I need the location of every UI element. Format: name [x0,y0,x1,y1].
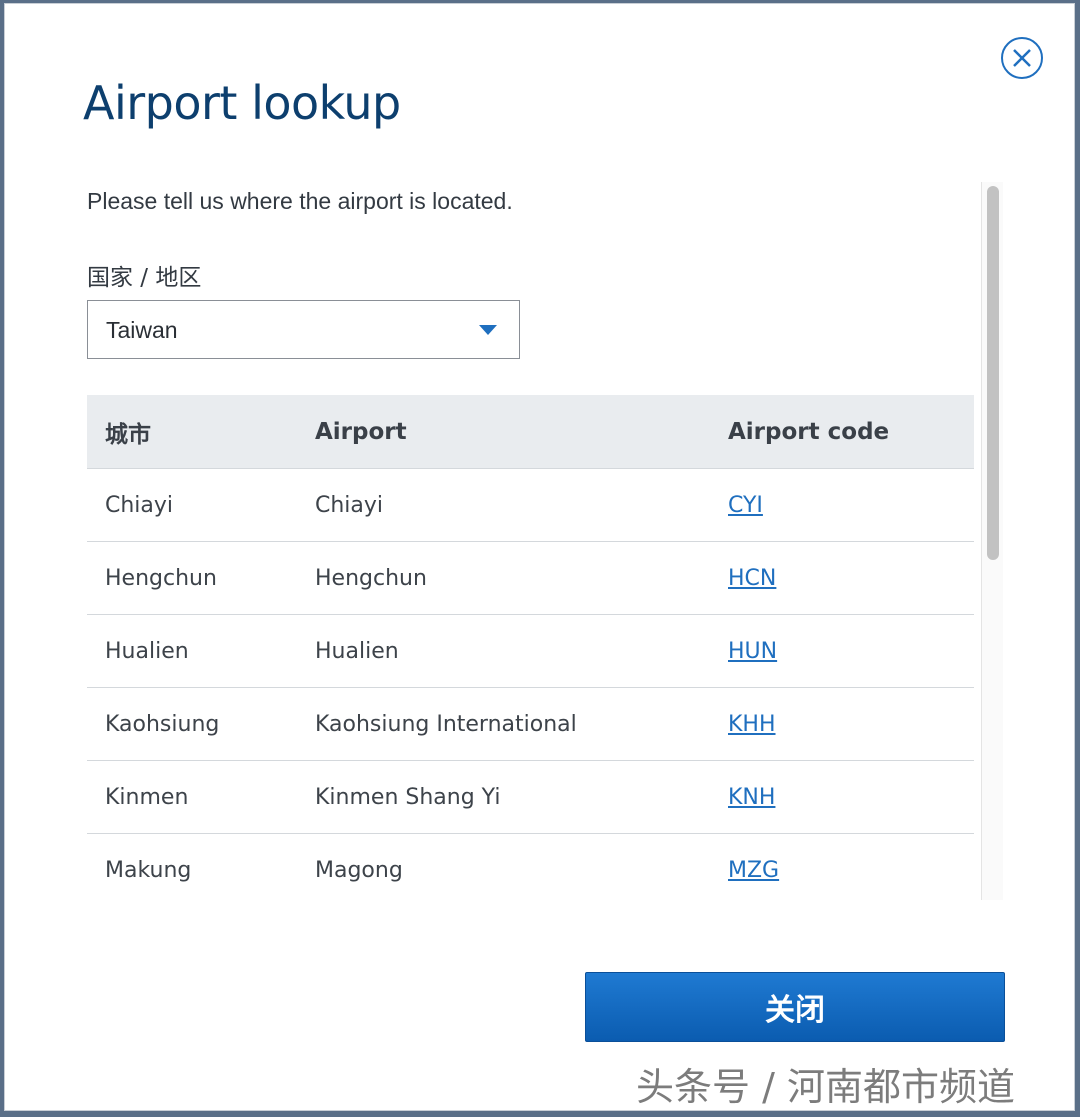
airport-cell: Magong [297,833,710,900]
watermark-text: 头条号 / 河南都市频道 [636,1065,1015,1109]
airport-cell: Kaohsiung International [297,687,710,761]
code-cell: CYI [710,468,974,542]
code-cell: HCN [710,541,974,615]
table-row: Chiayi Chiayi CYI [87,468,974,542]
dialog-scroll-content: Please tell us where the airport is loca… [5,174,1005,900]
city-cell: Kaohsiung [87,687,297,761]
airport-lookup-dialog: Airport lookup Please tell us where the … [4,3,1075,1111]
city-cell: Chiayi [87,468,297,542]
table-row: Hengchun Hengchun HCN [87,541,974,615]
code-cell: KHH [710,687,974,761]
column-header-airport: Airport [297,395,710,469]
column-header-city: 城市 [87,395,297,469]
scrollbar[interactable] [981,182,1003,900]
instructions-text: Please tell us where the airport is loca… [87,188,513,214]
country-select[interactable]: Taiwan [87,300,520,359]
airport-cell: Chiayi [297,468,710,542]
airport-cell: Kinmen Shang Yi [297,760,710,834]
country-region-label: 国家 / 地区 [87,265,202,291]
close-button[interactable]: 关闭 [585,972,1005,1042]
country-select-value: Taiwan [106,317,178,343]
table-row: Kinmen Kinmen Shang Yi KNH [87,760,974,834]
city-cell: Hengchun [87,541,297,615]
code-cell: KNH [710,760,974,834]
code-cell: HUN [710,614,974,688]
airport-cell: Hengchun [297,541,710,615]
airport-code-link[interactable]: CYI [728,493,763,518]
city-cell: Hualien [87,614,297,688]
city-cell: Kinmen [87,760,297,834]
table-row: Makung Magong MZG [87,833,974,900]
chevron-down-icon [479,325,497,335]
airport-code-link[interactable]: MZG [728,858,779,883]
table-row: Hualien Hualien HUN [87,614,974,688]
close-x-glyph [1013,49,1031,67]
city-cell: Makung [87,833,297,900]
airport-code-link[interactable]: HCN [728,566,776,591]
code-cell: MZG [710,833,974,900]
airport-table: 城市 Airport Airport code Chiayi Chiayi CY… [87,395,974,900]
airport-code-link[interactable]: KNH [728,785,775,810]
airport-cell: Hualien [297,614,710,688]
airport-code-link[interactable]: HUN [728,639,777,664]
airport-code-link[interactable]: KHH [728,712,776,737]
column-header-code: Airport code [710,395,974,469]
table-row: Kaohsiung Kaohsiung International KHH [87,687,974,761]
close-icon[interactable] [1001,37,1043,79]
scrollbar-thumb[interactable] [987,186,999,560]
table-header-row: 城市 Airport Airport code [87,395,974,469]
dialog-title: Airport lookup [83,76,401,130]
